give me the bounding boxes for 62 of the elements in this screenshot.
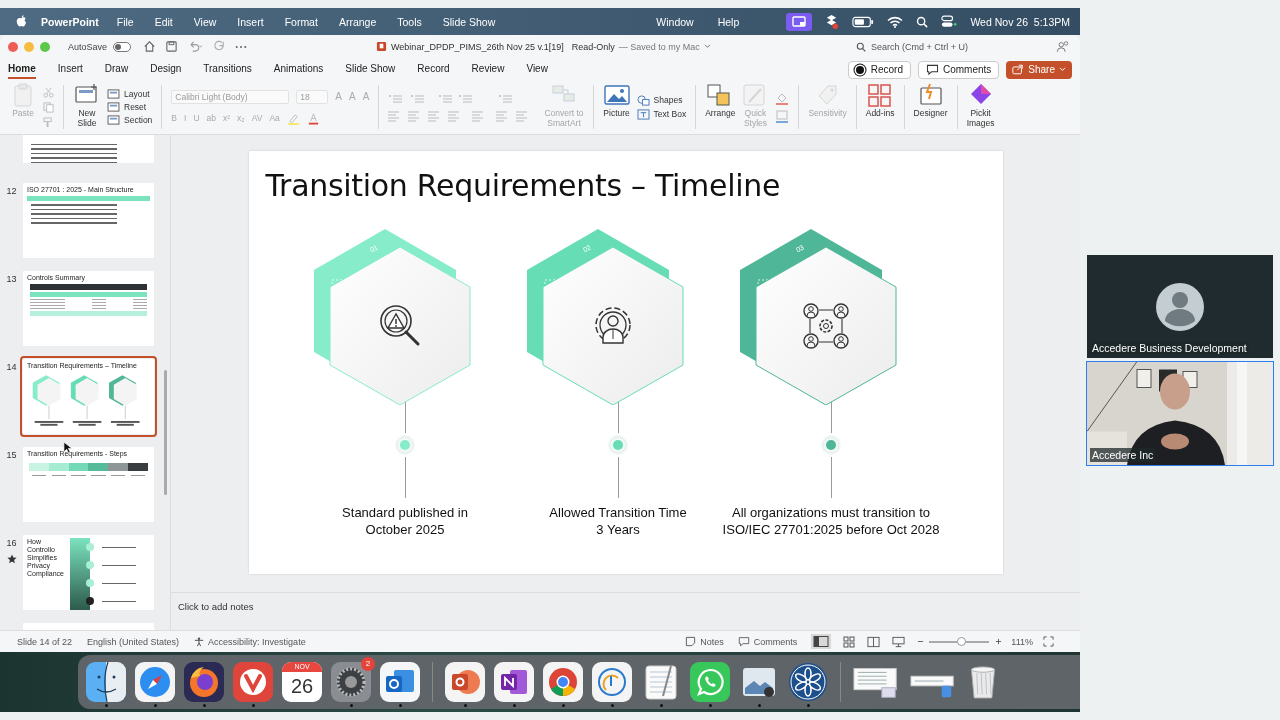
share-button[interactable]: Share [1006,60,1072,79]
search-field[interactable]: Search (Cmd + Ctrl + U) [856,41,1046,52]
record-button[interactable]: Record [847,60,911,79]
slide-option-button[interactable]: Layout [107,89,153,100]
slide-option-button[interactable]: Section [107,115,153,126]
menu-item[interactable]: Help [717,15,740,28]
slide-option-button[interactable]: Reset [107,102,153,113]
menu-item[interactable]: Window [656,15,694,28]
ribbon-tab[interactable]: Record [417,60,450,80]
accessibility-button[interactable]: Accessibility: Investigate [194,636,306,647]
slide-number: 14 [6,362,17,373]
ribbon-tab[interactable]: Animations [273,60,324,80]
menu-clock[interactable]: Wed Nov 26 5:13PM [970,15,1070,28]
participant-name: Accedere Business Development [1090,341,1249,355]
participant-name: Accedere Inc [1090,448,1156,462]
video-tile[interactable]: Accedere Business Development [1087,255,1273,358]
slide-number: 13 [6,274,17,285]
timeline-caption: All organizations must transition to ISO/IEC 27701:2025 before Oct 2028 [722,504,940,539]
document-title[interactable]: Webinar_DPDP_PIMS_26th Nov 25 v.1[19] [391,41,564,52]
ribbon-tab[interactable]: Review [471,60,505,80]
ribbon-tab[interactable]: Slide Show [345,60,396,80]
notes-placeholder[interactable]: Click to add notes [178,601,254,613]
pickit-button[interactable]: Pickit Images [963,82,998,133]
video-tile[interactable]: Accedere Inc [1087,362,1273,465]
ribbon-tab[interactable]: Insert [57,60,83,80]
slide-number: 16 [6,538,17,549]
menu-item[interactable]: View [193,15,217,28]
slide-counter: Slide 14 of 22 [17,636,73,647]
slide-number: 12 [6,186,17,197]
slide-title: Transition Requirements – Timeline [265,168,782,204]
comments-button[interactable]: Comments [917,60,1000,79]
shapes-button[interactable]: Shapes [636,94,687,106]
add-ins-button[interactable]: Add-ins [862,82,898,133]
new-slide-button[interactable]: New Slide [70,82,104,133]
menu-item[interactable]: Slide Show [442,15,496,28]
arrange-button[interactable]: Arrange [702,82,739,133]
picture-button[interactable]: Picture [599,82,634,133]
notes-button[interactable]: Notes [685,636,724,648]
zoom-percentage[interactable]: 111% [1011,636,1033,647]
ribbon-tab[interactable]: Home [8,60,36,80]
save-status: — Saved to my Mac [618,41,700,52]
read-only-label: Read-Only [571,41,615,52]
menu-item[interactable]: Insert [237,15,264,28]
comments-button[interactable]: Comments [737,636,798,648]
ribbon-tab[interactable]: Draw [104,60,129,80]
text-box-button[interactable]: Text Box [636,108,687,120]
notification-badge: 2 [361,656,375,671]
slide-number: 15 [6,450,17,461]
menu-item[interactable]: Arrange [338,15,377,28]
timeline-caption: Standard published in October 2025 [342,504,468,539]
menu-item[interactable]: Edit [154,15,173,28]
designer-button[interactable]: Designer [910,82,951,133]
language-label[interactable]: English (United States) [87,636,180,647]
timeline-caption: Allowed Transition Time 3 Years [549,504,687,539]
menu-item[interactable]: Tools [397,15,422,28]
menu-app-name[interactable]: PowerPoint [41,15,99,28]
autosave-label: AutoSave [68,41,108,52]
menu-item[interactable]: Format [284,15,318,28]
ribbon-tab[interactable]: View [526,60,548,80]
menu-item[interactable]: File [116,15,134,28]
ribbon-tab[interactable]: Transitions [203,60,252,80]
ribbon-tab[interactable]: Design [150,60,182,80]
